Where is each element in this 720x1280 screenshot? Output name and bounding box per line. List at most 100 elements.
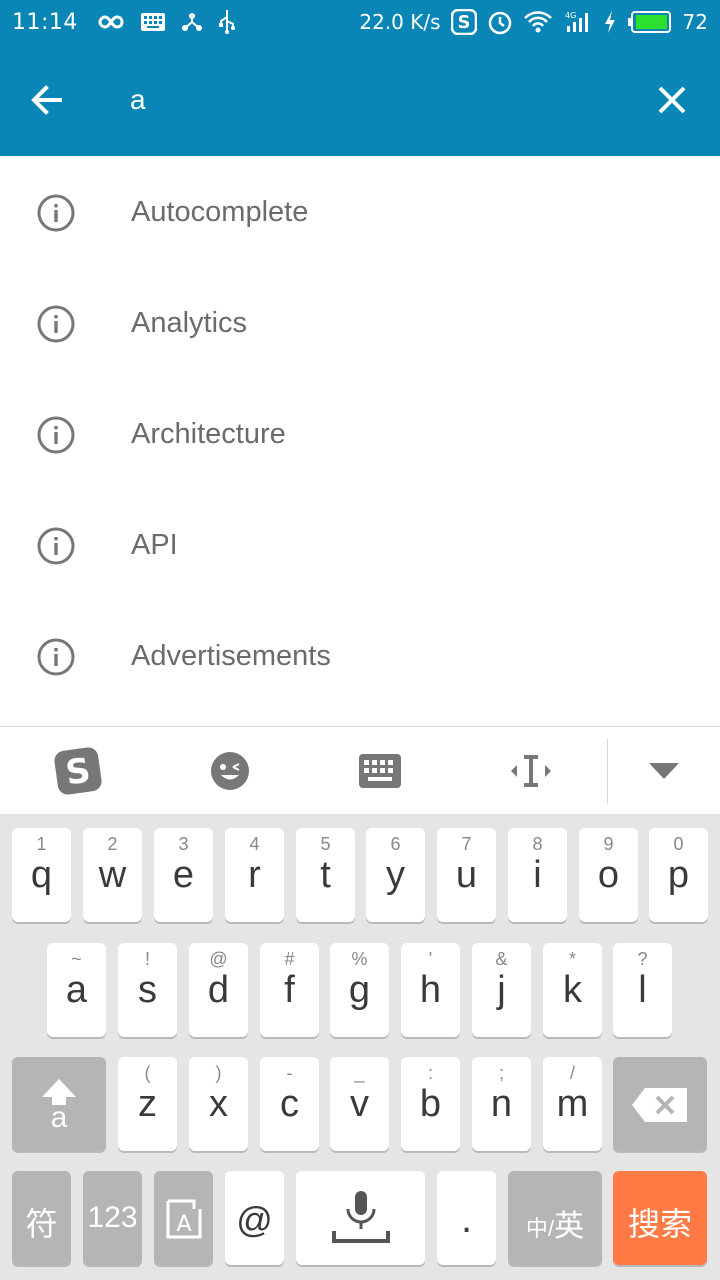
suggestion-item[interactable]: Analytics: [0, 267, 720, 378]
key-label: h: [419, 969, 442, 1011]
text-edit-icon: A: [166, 1199, 202, 1239]
key-label: m: [556, 1083, 589, 1125]
key-i[interactable]: 8i: [508, 828, 567, 922]
key-u[interactable]: 7u: [437, 828, 496, 922]
key-sub-label: /: [569, 1063, 575, 1083]
suggestion-list: Autocomplete Analytics Architecture API …: [0, 156, 720, 711]
suggestion-item[interactable]: Autocomplete: [0, 156, 720, 267]
key-label: q: [30, 854, 53, 896]
cursor-move-button[interactable]: [505, 745, 557, 797]
suggestion-item[interactable]: Architecture: [0, 378, 720, 489]
key-s[interactable]: ! s: [118, 943, 177, 1037]
key-sub-label: @: [209, 949, 228, 969]
microphone-icon: [332, 1191, 390, 1243]
key-sub-label: (: [144, 1063, 151, 1083]
key-w[interactable]: 2w: [83, 828, 142, 922]
key-label: x: [209, 1083, 228, 1125]
key-a[interactable]: ~ a: [47, 943, 106, 1037]
key-q[interactable]: 1q: [12, 828, 71, 922]
key-sub-label: ): [215, 1063, 222, 1083]
key-label: d: [207, 969, 230, 1011]
clear-search-button[interactable]: [650, 78, 694, 122]
key-label: f: [284, 969, 295, 1011]
key-m[interactable]: / m: [543, 1057, 602, 1151]
key-sub-label: &: [495, 949, 508, 969]
shift-case-label: a: [50, 1101, 68, 1134]
key-k[interactable]: * k: [543, 943, 602, 1037]
key-sub-label: %: [351, 949, 368, 969]
svg-text:A: A: [176, 1212, 191, 1237]
key-sub-label: 5: [320, 834, 331, 854]
search-key[interactable]: 搜索: [613, 1171, 707, 1265]
keyboard-switch-button[interactable]: [354, 745, 406, 797]
text-edit-key[interactable]: A: [154, 1171, 213, 1265]
key-j[interactable]: & j: [472, 943, 531, 1037]
hide-keyboard-button[interactable]: [638, 745, 690, 797]
key-label: w: [98, 854, 127, 896]
key-sub-label: #: [284, 949, 295, 969]
key-y[interactable]: 6y: [366, 828, 425, 922]
key-label: t: [320, 854, 331, 896]
signal-4g-icon: 4G: [563, 10, 593, 34]
period-key[interactable]: .: [437, 1171, 496, 1265]
shift-key[interactable]: a: [12, 1057, 106, 1151]
sogou-logo-button[interactable]: S: [52, 745, 104, 797]
key-p[interactable]: 0p: [649, 828, 708, 922]
toolbar-divider: [607, 739, 608, 803]
key-g[interactable]: % g: [330, 943, 389, 1037]
key-f[interactable]: # f: [260, 943, 319, 1037]
key-label: c: [280, 1083, 299, 1125]
emoji-icon: [211, 752, 249, 790]
search-input[interactable]: a: [130, 84, 146, 116]
key-label: k: [563, 969, 582, 1011]
key-x[interactable]: ) x: [189, 1057, 248, 1151]
ime-toolbar: S: [0, 726, 720, 815]
key-l[interactable]: ? l: [613, 943, 672, 1037]
key-r[interactable]: 4r: [225, 828, 284, 922]
share-icon: [180, 10, 204, 34]
suggestion-item[interactable]: API: [0, 489, 720, 600]
key-sub-label: 0: [673, 834, 684, 854]
backspace-icon: [632, 1088, 687, 1122]
key-v[interactable]: _ v: [330, 1057, 389, 1151]
key-h[interactable]: ' h: [401, 943, 460, 1037]
key-n[interactable]: ; n: [472, 1057, 531, 1151]
search-app-bar: a: [0, 44, 720, 156]
key-b[interactable]: :b: [401, 1057, 460, 1151]
charging-icon: [603, 10, 617, 34]
key-label: g: [348, 969, 371, 1011]
suggestion-item[interactable]: Advertisements: [0, 600, 720, 711]
numbers-key[interactable]: 123: [83, 1171, 142, 1265]
space-voice-key[interactable]: [296, 1171, 425, 1265]
symbols-key[interactable]: 符: [12, 1171, 71, 1265]
battery-icon: [627, 10, 673, 34]
at-key[interactable]: @: [225, 1171, 284, 1265]
alarm-icon: [487, 9, 513, 35]
text-cursor-icon: [511, 755, 551, 787]
key-label: v: [350, 1083, 369, 1125]
back-button[interactable]: [26, 78, 70, 122]
svg-text:S: S: [457, 12, 470, 33]
key-label: a: [65, 969, 88, 1011]
key-o[interactable]: 9o: [579, 828, 638, 922]
key-sub-label: ': [428, 949, 433, 969]
lang-en-label: 英: [554, 1210, 585, 1243]
usb-icon: [218, 9, 236, 35]
info-icon: [36, 304, 76, 344]
svg-text:4G: 4G: [565, 11, 576, 20]
key-label: 123: [87, 1201, 138, 1234]
language-switch-key[interactable]: 中/英: [508, 1171, 602, 1265]
key-t[interactable]: 5t: [296, 828, 355, 922]
key-sub-label: 3: [178, 834, 189, 854]
key-d[interactable]: @ d: [189, 943, 248, 1037]
key-e[interactable]: 3e: [154, 828, 213, 922]
status-time: 11:14: [12, 9, 78, 35]
key-z[interactable]: (z: [118, 1057, 177, 1151]
emoji-button[interactable]: [204, 745, 256, 797]
key-sub-label: -: [286, 1063, 293, 1083]
key-c[interactable]: -c: [260, 1057, 319, 1151]
key-label: y: [386, 854, 405, 896]
backspace-key[interactable]: [613, 1057, 707, 1151]
key-label: b: [419, 1083, 442, 1125]
info-icon: [36, 193, 76, 233]
